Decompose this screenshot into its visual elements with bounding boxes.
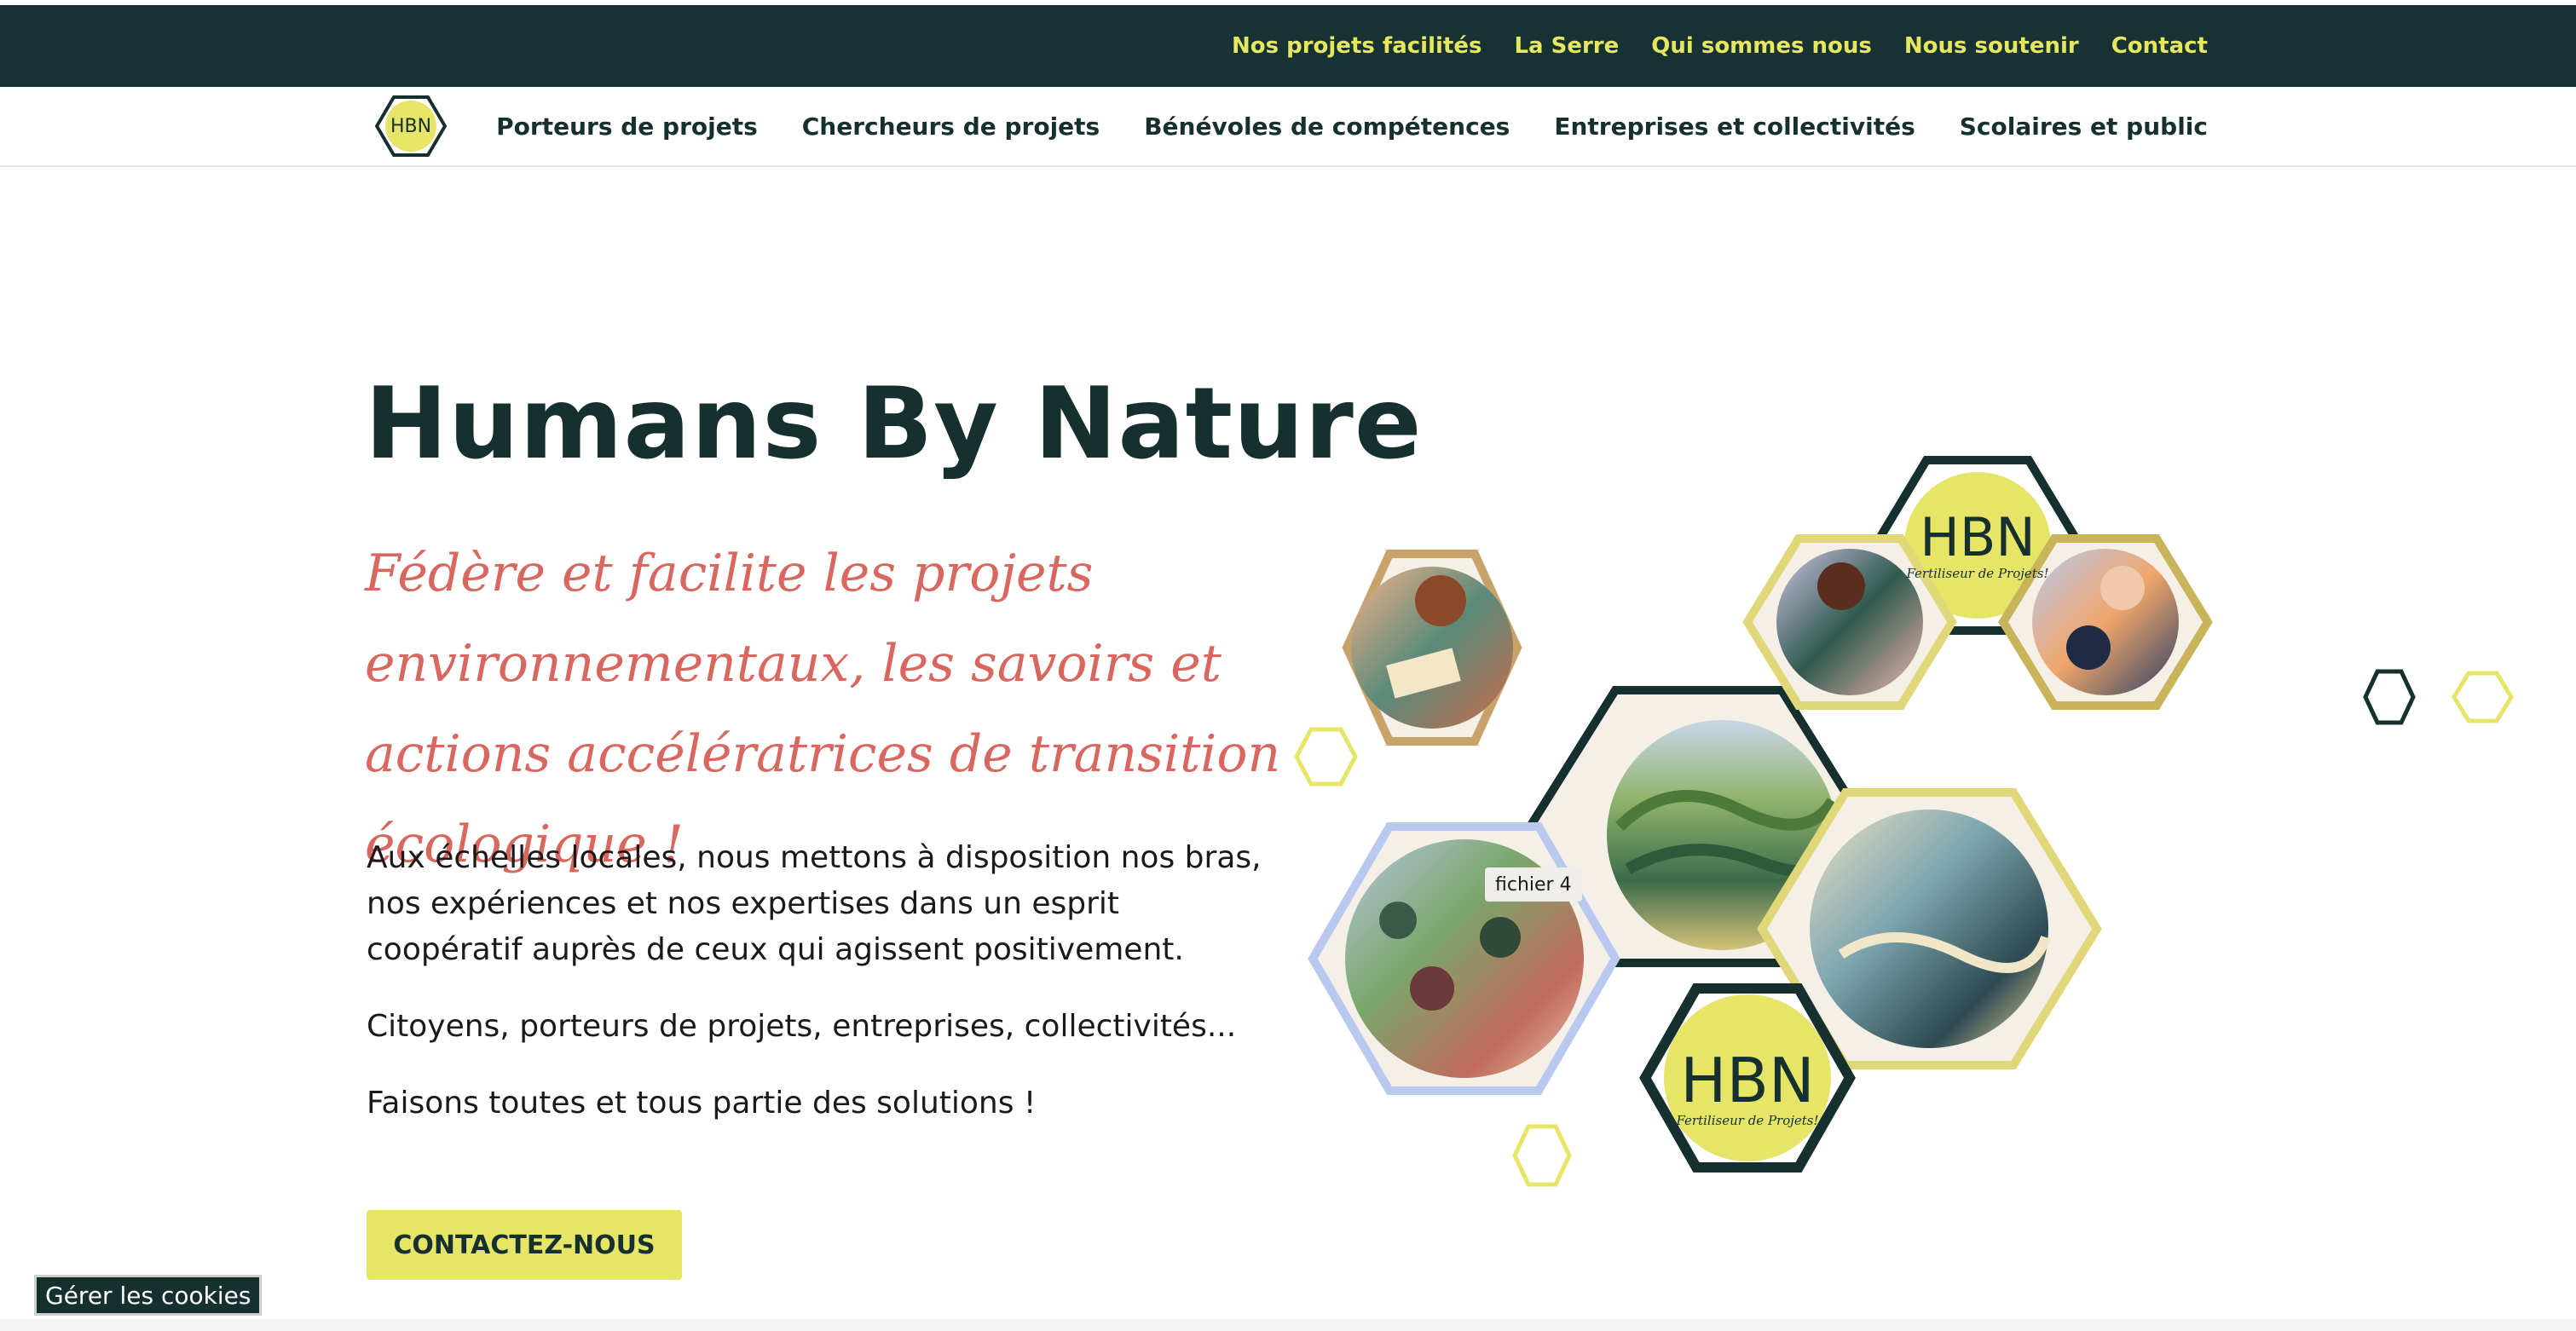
logo-hbn-bottom-sub: Fertiliseur de Projets! bbox=[1676, 1113, 1819, 1128]
nav-link-porteurs[interactable]: Porteurs de projets bbox=[496, 112, 758, 141]
top-nav: Nos projets facilités La Serre Qui somme… bbox=[1232, 5, 2208, 87]
hexagon-illustration bbox=[1294, 456, 2514, 1187]
main-nav: Porteurs de projets Chercheurs de projet… bbox=[496, 87, 2208, 165]
top-nav-link-qui-sommes-nous[interactable]: Qui sommes nous bbox=[1651, 33, 1872, 59]
logo-hbn-top-abbr: HBN bbox=[1920, 506, 2036, 568]
top-nav-link-la-serre[interactable]: La Serre bbox=[1514, 33, 1619, 59]
image-tooltip: fichier 4 bbox=[1485, 867, 1582, 902]
hero-paragraph: Citoyens, porteurs de projets, entrepris… bbox=[367, 1009, 1237, 1044]
site-logo[interactable]: HBN bbox=[375, 94, 447, 158]
hero-title: Humans By Nature bbox=[365, 366, 1423, 481]
page-bottom-edge bbox=[0, 1319, 2576, 1331]
contact-us-button[interactable]: CONTACTEZ-NOUS bbox=[367, 1210, 682, 1280]
nav-link-benevoles[interactable]: Bénévoles de compétences bbox=[1144, 112, 1510, 141]
logo-hbn-bottom-abbr: HBN bbox=[1680, 1045, 1815, 1116]
hero-paragraph: Faisons toutes et tous partie des soluti… bbox=[367, 1086, 1037, 1121]
hero-paragraph: Aux échelles locales, nous mettons à dis… bbox=[367, 840, 1262, 967]
nav-link-entreprises[interactable]: Entreprises et collectivités bbox=[1554, 112, 1915, 141]
main-nav-bar: HBN Porteurs de projets Chercheurs de pr… bbox=[0, 87, 2576, 167]
top-nav-link-contact[interactable]: Contact bbox=[2111, 33, 2208, 59]
top-nav-link-nous-soutenir[interactable]: Nous soutenir bbox=[1904, 33, 2079, 59]
logo-hbn-bottom: HBN Fertiliseur de Projets! bbox=[1662, 1050, 1833, 1127]
manage-cookies-button[interactable]: Gérer les cookies bbox=[34, 1275, 263, 1316]
logo-text: HBN bbox=[390, 115, 432, 137]
logo-hbn-top: HBN Fertiliseur de Projets! bbox=[1906, 511, 2049, 580]
hero-body: Aux échelles locales, nous mettons à dis… bbox=[367, 835, 1270, 1157]
top-nav-link-projets-facilites[interactable]: Nos projets facilités bbox=[1232, 33, 1482, 59]
top-bar: Nos projets facilités La Serre Qui somme… bbox=[0, 5, 2576, 87]
nav-link-scolaires[interactable]: Scolaires et public bbox=[1960, 112, 2208, 141]
nav-link-chercheurs[interactable]: Chercheurs de projets bbox=[802, 112, 1100, 141]
logo-hbn-top-sub: Fertiliseur de Projets! bbox=[1906, 566, 2049, 581]
